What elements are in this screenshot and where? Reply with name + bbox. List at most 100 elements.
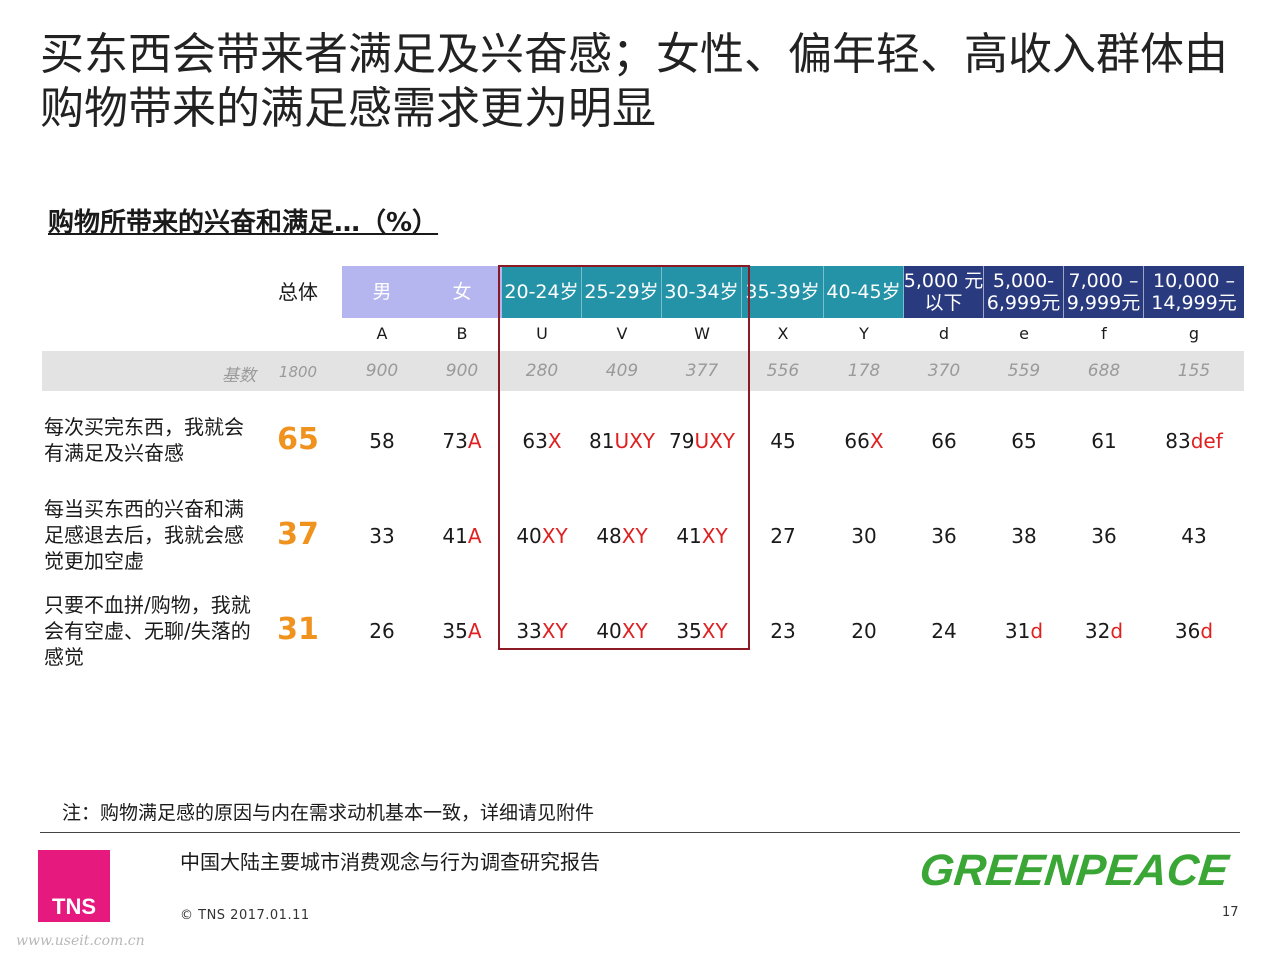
page-number: 17 [1222, 905, 1239, 920]
header-income-e: 5,000- 6,999元 [984, 266, 1064, 318]
table-cell: 36d [1144, 617, 1244, 645]
cell-value: 61 [1091, 429, 1117, 453]
col-letter-Y: Y [859, 324, 869, 343]
table-cell: 66 [904, 427, 984, 455]
significance-marker: A [467, 429, 482, 453]
significance-marker: def [1190, 429, 1223, 453]
table-cell: 66X [824, 427, 904, 455]
col-letter-d: d [938, 324, 950, 343]
cell-value: 66 [844, 429, 870, 453]
cell-value: 45 [770, 429, 796, 453]
header-age-35-39: 35-39岁 [742, 266, 824, 318]
table-cell: 27 [742, 522, 824, 550]
row-label-2: 每当买东西的兴奋和满足感退去后，我就会感觉更加空虚 [44, 497, 244, 573]
table-cell: 24 [904, 617, 984, 645]
header-age-40-45: 40-45岁 [824, 266, 904, 318]
table-cell: 23 [742, 617, 824, 645]
cell-value: 73 [442, 429, 468, 453]
table-cell: 61 [1064, 427, 1144, 455]
header-income-f-line1: 7,000 – [1068, 270, 1139, 292]
table-cell: 73A [422, 427, 502, 455]
header-income-d-line2: 以下 [924, 292, 963, 314]
table-cell: 45 [742, 427, 824, 455]
significance-marker: A [467, 524, 482, 548]
table-cell: 32d [1064, 617, 1144, 645]
header-male: 男 [342, 266, 422, 318]
header-income-e-line2: 6,999元 [986, 292, 1061, 314]
footnote: 注：购物满足感的原因与内在需求动机基本一致，详细请见附件 [62, 802, 595, 824]
table-cell: 20 [824, 617, 904, 645]
table-cell: 43 [1144, 522, 1244, 550]
cell-value: 83 [1165, 429, 1191, 453]
footer-divider [40, 832, 1240, 833]
cell-value: 36 [1174, 619, 1201, 643]
base-e: 559 [1007, 361, 1041, 381]
cell-value: 30 [851, 524, 877, 548]
base-d: 370 [927, 361, 961, 381]
table-cell: 26 [342, 617, 422, 645]
header-income-f: 7,000 – 9,999元 [1064, 266, 1144, 318]
header-income-g-line2: 14,999元 [1151, 292, 1237, 314]
cell-value: 32 [1084, 619, 1111, 643]
base-total: 1800 [278, 363, 318, 381]
base-f: 688 [1087, 361, 1121, 381]
cell-value: 43 [1181, 524, 1207, 548]
col-letter-e: e [1019, 324, 1029, 343]
significance-marker: X [869, 429, 884, 453]
col-letter-B: B [456, 324, 468, 343]
cell-value: 36 [1091, 524, 1117, 548]
cell-value: 41 [442, 524, 468, 548]
greenpeace-logo: GREENPEACE [917, 846, 1231, 895]
table-cell: 38 [984, 522, 1064, 550]
significance-marker: d [1200, 619, 1214, 643]
header-female: 女 [422, 266, 502, 318]
age-highlight-box [498, 265, 750, 650]
table-cell: 58 [342, 427, 422, 455]
table-cell: 30 [824, 522, 904, 550]
header-income-e-line1: 5,000- [992, 270, 1055, 292]
row-total-2: 37 [277, 517, 319, 552]
col-letter-A: A [376, 324, 388, 343]
base-g: 155 [1177, 361, 1211, 381]
col-letter-X: X [777, 324, 789, 343]
cell-value: 66 [931, 429, 957, 453]
page-title: 买东西会带来者满足及兴奋感；女性、偏年轻、高收入群体由购物带来的满足感需求更为明… [40, 29, 1228, 134]
col-letter-g: g [1188, 324, 1200, 343]
table-cell: 33 [342, 522, 422, 550]
report-title: 中国大陆主要城市消费观念与行为调查研究报告 [180, 850, 600, 874]
header-income-d-line1: 5,000 元 [903, 270, 984, 292]
base-Y: 178 [847, 361, 881, 381]
header-income-f-line2: 9,999元 [1066, 292, 1141, 314]
cell-value: 58 [369, 429, 395, 453]
header-income-g: 10,000 – 14,999元 [1144, 266, 1244, 318]
base-A: 900 [365, 361, 399, 381]
row-label-3: 只要不血拼/购物，我就会有空虚、无聊/失落的感觉 [44, 593, 251, 669]
cell-value: 65 [1011, 429, 1037, 453]
row-label-1: 每次买完东西，我就会有满足及兴奋感 [44, 415, 244, 465]
col-letter-f: f [1101, 324, 1107, 343]
cell-value: 24 [931, 619, 957, 643]
cell-value: 31 [1004, 619, 1031, 643]
header-income-d: 5,000 元 以下 [904, 266, 984, 318]
row-total-3: 31 [277, 612, 319, 647]
cell-value: 27 [770, 524, 796, 548]
significance-marker: d [1110, 619, 1124, 643]
cell-value: 26 [369, 619, 395, 643]
table-cell: 31d [984, 617, 1064, 645]
base-label: 基数 [222, 366, 256, 386]
base-X: 556 [766, 361, 800, 381]
table-cell: 83def [1144, 427, 1244, 455]
cell-value: 38 [1011, 524, 1037, 548]
table-cell: 41A [422, 522, 502, 550]
header-total: 总体 [278, 280, 318, 304]
copyright: © TNS 2017.01.11 [180, 908, 310, 923]
significance-marker: d [1030, 619, 1044, 643]
watermark: www.useit.com.cn [16, 933, 145, 949]
cell-value: 20 [851, 619, 877, 643]
cell-value: 33 [369, 524, 395, 548]
table-cell: 36 [904, 522, 984, 550]
tns-logo: TNS [38, 850, 110, 922]
base-B: 900 [445, 361, 479, 381]
table-subtitle: 购物所带来的兴奋和满足…（%） [48, 208, 439, 238]
cell-value: 23 [770, 619, 796, 643]
